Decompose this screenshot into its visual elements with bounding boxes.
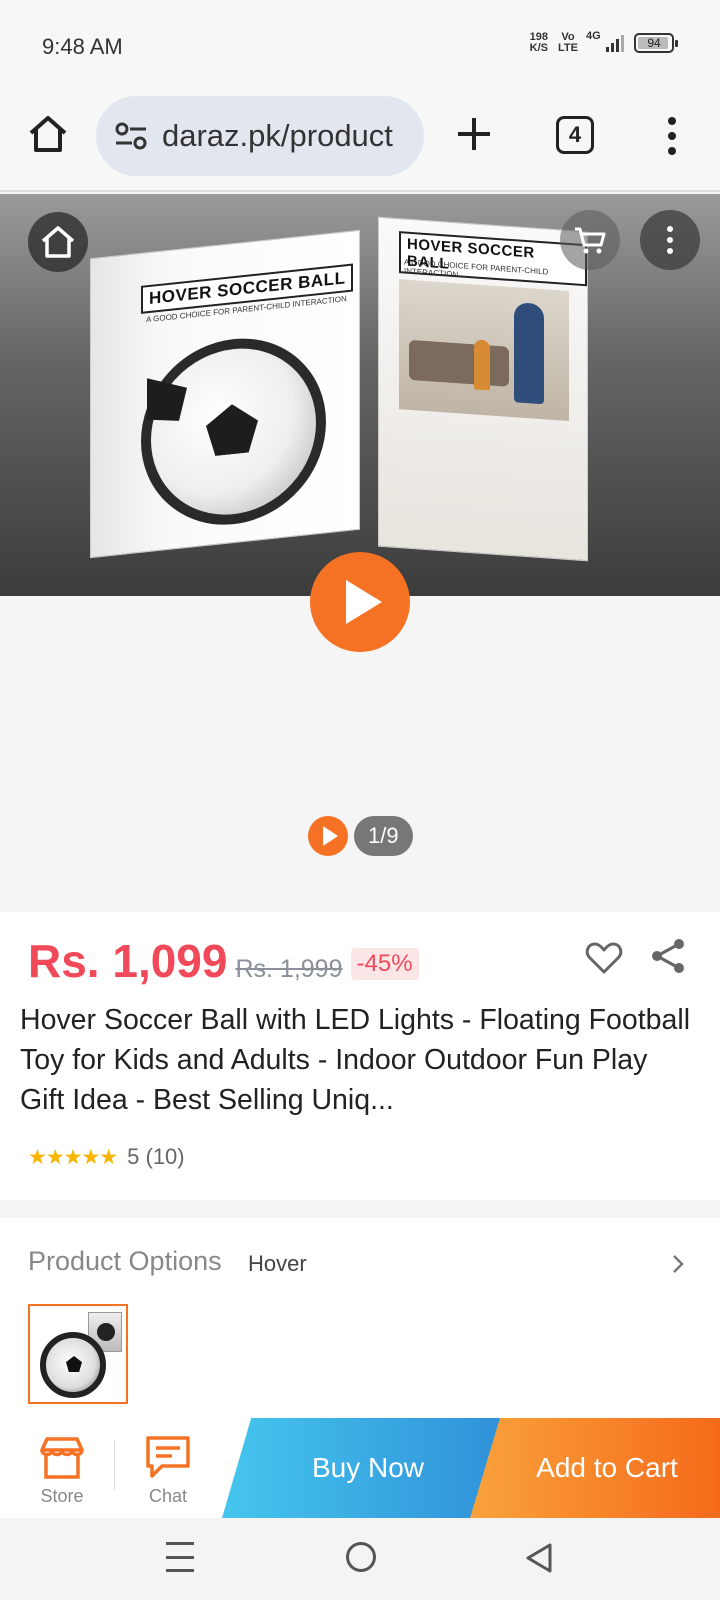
status-bar: 9:48 AM 198 K/S Vo LTE 4G 94 bbox=[0, 0, 720, 88]
price-row: Rs. 1,099 Rs. 1,999 -45% bbox=[28, 934, 419, 988]
original-price: Rs. 1,999 bbox=[235, 955, 343, 983]
selected-option: Hover bbox=[248, 1251, 307, 1276]
soccer-ball-image bbox=[141, 329, 326, 534]
home-icon[interactable] bbox=[26, 112, 70, 156]
address-bar[interactable]: daraz.pk/product bbox=[96, 96, 424, 176]
net-speed-unit: K/S bbox=[529, 42, 549, 54]
net-speed: 198 K/S bbox=[530, 32, 548, 54]
product-image[interactable]: HOVER SOCCER BALL A GOOD CHOICE FOR PARE… bbox=[0, 194, 720, 596]
store-icon bbox=[40, 1437, 84, 1479]
chevron-right-icon[interactable] bbox=[668, 1252, 688, 1276]
chat-icon bbox=[146, 1436, 190, 1478]
signal-icon: 4G bbox=[586, 30, 624, 52]
product-info: Rs. 1,099 Rs. 1,999 -45% Hover Soccer Ba… bbox=[0, 912, 720, 1200]
star-rating-icon: ★★★★★ bbox=[28, 1145, 118, 1169]
battery-icon: 94 bbox=[634, 33, 678, 53]
tab-switcher-button[interactable]: 4 bbox=[556, 116, 594, 154]
new-tab-icon[interactable] bbox=[454, 114, 494, 154]
product-box-left: HOVER SOCCER BALL A GOOD CHOICE FOR PARE… bbox=[90, 229, 360, 559]
product-title: Hover Soccer Ball with LED Lights - Floa… bbox=[20, 1004, 691, 1116]
system-nav-bar bbox=[0, 1518, 720, 1600]
site-settings-icon[interactable] bbox=[114, 121, 148, 151]
store-button[interactable]: Store bbox=[30, 1436, 94, 1507]
back-icon[interactable] bbox=[524, 1542, 554, 1574]
image-counter: 1/9 bbox=[354, 816, 413, 856]
volte-bottom: LTE bbox=[558, 42, 578, 54]
chat-button[interactable]: Chat bbox=[136, 1434, 200, 1507]
video-play-icon[interactable] bbox=[308, 816, 348, 856]
store-label: Store bbox=[40, 1486, 84, 1506]
discount-badge: -45% bbox=[350, 948, 419, 980]
add-to-cart-button[interactable]: Add to Cart bbox=[470, 1418, 720, 1518]
more-options-icon[interactable] bbox=[640, 210, 700, 270]
recents-icon[interactable] bbox=[166, 1542, 194, 1572]
gallery-counter: 1/9 bbox=[308, 816, 413, 856]
network-type: 4G bbox=[586, 30, 601, 42]
action-bar: Store Chat Buy Now Add to Cart bbox=[0, 1418, 720, 1518]
rating-row[interactable]: ★★★★★ 5 (10) bbox=[28, 1144, 185, 1170]
status-icons: 198 K/S Vo LTE 4G 94 bbox=[530, 30, 678, 54]
play-video-button[interactable] bbox=[310, 552, 410, 652]
chat-label: Chat bbox=[148, 1486, 188, 1506]
divider bbox=[114, 1440, 115, 1490]
rating-count: 5 (10) bbox=[127, 1144, 185, 1169]
cart-icon[interactable] bbox=[560, 210, 620, 270]
product-gallery: HOVER SOCCER BALL A GOOD CHOICE FOR PARE… bbox=[0, 194, 720, 912]
options-label: Product Options bbox=[28, 1246, 222, 1276]
option-thumbnail[interactable] bbox=[28, 1304, 128, 1404]
share-icon[interactable] bbox=[648, 936, 688, 976]
store-home-icon[interactable] bbox=[28, 212, 88, 272]
product-box-right: HOVER SOCCER BALL A GOOD CHOICE FOR PARE… bbox=[378, 216, 588, 562]
heart-icon[interactable] bbox=[584, 938, 624, 978]
buy-now-button[interactable]: Buy Now bbox=[222, 1418, 514, 1518]
volte-icon: Vo LTE bbox=[558, 32, 578, 54]
browser-toolbar: daraz.pk/product 4 bbox=[0, 88, 720, 192]
browser-menu-icon[interactable] bbox=[660, 114, 684, 158]
url-text[interactable]: daraz.pk/product bbox=[162, 118, 393, 154]
status-time: 9:48 AM bbox=[42, 34, 123, 59]
family-scene-image bbox=[399, 279, 569, 422]
product-options[interactable]: Product Options Hover bbox=[0, 1218, 720, 1418]
current-price: Rs. 1,099 bbox=[28, 935, 228, 987]
home-circle-icon[interactable] bbox=[346, 1542, 376, 1572]
battery-percent: 94 bbox=[647, 36, 661, 50]
